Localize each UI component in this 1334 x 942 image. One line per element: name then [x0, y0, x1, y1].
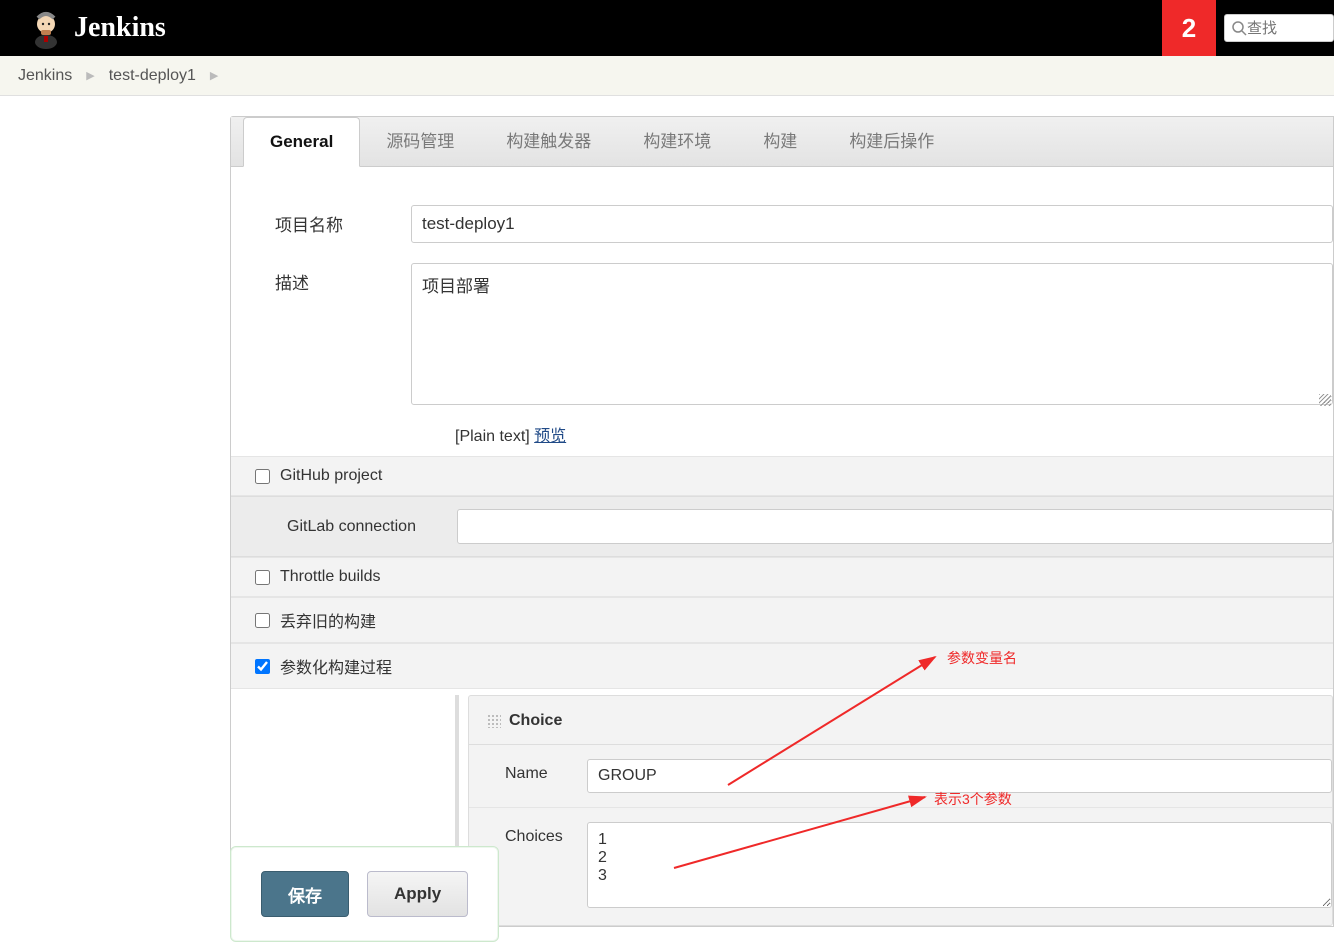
- choice-name-input[interactable]: [587, 759, 1332, 793]
- drag-grip-icon[interactable]: [487, 714, 501, 728]
- description-hint: [Plain text] 预览: [231, 422, 1333, 446]
- save-bar: 保存 Apply: [230, 846, 499, 942]
- project-name-row: 项目名称: [231, 195, 1333, 253]
- annotation-param-name: 参数变量名: [947, 648, 1017, 668]
- notification-badge[interactable]: 2: [1162, 0, 1216, 56]
- breadcrumb: Jenkins ▶ test-deploy1 ▶: [0, 56, 1334, 96]
- throttle-builds-row: Throttle builds: [231, 557, 1333, 597]
- tab-postbuild[interactable]: 构建后操作: [823, 113, 960, 166]
- description-row: 描述: [231, 253, 1333, 418]
- choice-param-header: Choice: [469, 712, 1332, 745]
- parameter-wrap: Choice Name Choices: [455, 695, 1333, 926]
- config-panel: General 源码管理 构建触发器 构建环境 构建 构建后操作 项目名称 描述…: [230, 116, 1334, 927]
- project-name-label: 项目名称: [231, 205, 411, 236]
- discard-old-label: 丢弃旧的构建: [280, 608, 376, 632]
- choice-choices-textarea[interactable]: [587, 822, 1332, 908]
- breadcrumb-sep-icon: ▶: [86, 69, 94, 82]
- choice-title: Choice: [509, 712, 562, 730]
- tab-bar: General 源码管理 构建触发器 构建环境 构建 构建后操作: [231, 117, 1333, 167]
- discard-old-checkbox[interactable]: [255, 613, 270, 628]
- tab-scm[interactable]: 源码管理: [360, 113, 480, 166]
- preview-link[interactable]: 预览: [534, 428, 566, 445]
- save-button[interactable]: 保存: [261, 871, 349, 917]
- form-body: 项目名称 描述 [Plain text] 预览 GitHub project G…: [231, 167, 1333, 926]
- tab-build[interactable]: 构建: [737, 113, 823, 166]
- search-box[interactable]: [1224, 14, 1334, 42]
- jenkins-icon: [24, 6, 68, 50]
- logo-text: Jenkins: [74, 12, 166, 44]
- gitlab-connection-label: GitLab connection: [287, 518, 437, 536]
- discard-old-row: 丢弃旧的构建: [231, 597, 1333, 643]
- github-project-label: GitHub project: [280, 467, 382, 485]
- search-icon: [1231, 20, 1247, 36]
- search-input[interactable]: [1247, 20, 1317, 37]
- description-label: 描述: [231, 263, 411, 294]
- breadcrumb-sep-icon: ▶: [210, 69, 218, 82]
- throttle-builds-checkbox[interactable]: [255, 570, 270, 585]
- annotation-three-params: 表示3个参数: [934, 789, 1012, 809]
- logo[interactable]: Jenkins: [24, 6, 166, 50]
- choice-choices-row: Choices: [469, 808, 1332, 925]
- choice-param-box: Choice Name Choices: [468, 695, 1333, 926]
- choice-name-row: Name: [469, 745, 1332, 808]
- gitlab-connection-input[interactable]: [457, 509, 1333, 544]
- project-name-input[interactable]: [411, 205, 1333, 243]
- choice-choices-label: Choices: [469, 822, 587, 846]
- plaintext-label: [Plain text]: [455, 428, 530, 445]
- tab-triggers[interactable]: 构建触发器: [480, 113, 617, 166]
- parameterized-row: 参数化构建过程: [231, 643, 1333, 689]
- top-header: Jenkins 2: [0, 0, 1334, 56]
- parameterized-checkbox[interactable]: [255, 659, 270, 674]
- breadcrumb-item[interactable]: test-deploy1: [109, 67, 196, 85]
- gitlab-connection-row: GitLab connection: [231, 496, 1333, 557]
- tab-env[interactable]: 构建环境: [617, 113, 737, 166]
- choice-name-label: Name: [469, 759, 587, 783]
- throttle-builds-label: Throttle builds: [280, 568, 381, 586]
- github-project-checkbox[interactable]: [255, 469, 270, 484]
- description-textarea[interactable]: [411, 263, 1333, 405]
- github-project-row: GitHub project: [231, 456, 1333, 496]
- apply-button[interactable]: Apply: [367, 871, 468, 917]
- breadcrumb-item[interactable]: Jenkins: [18, 67, 72, 85]
- tab-general[interactable]: General: [243, 117, 360, 167]
- parameterized-label: 参数化构建过程: [280, 654, 392, 678]
